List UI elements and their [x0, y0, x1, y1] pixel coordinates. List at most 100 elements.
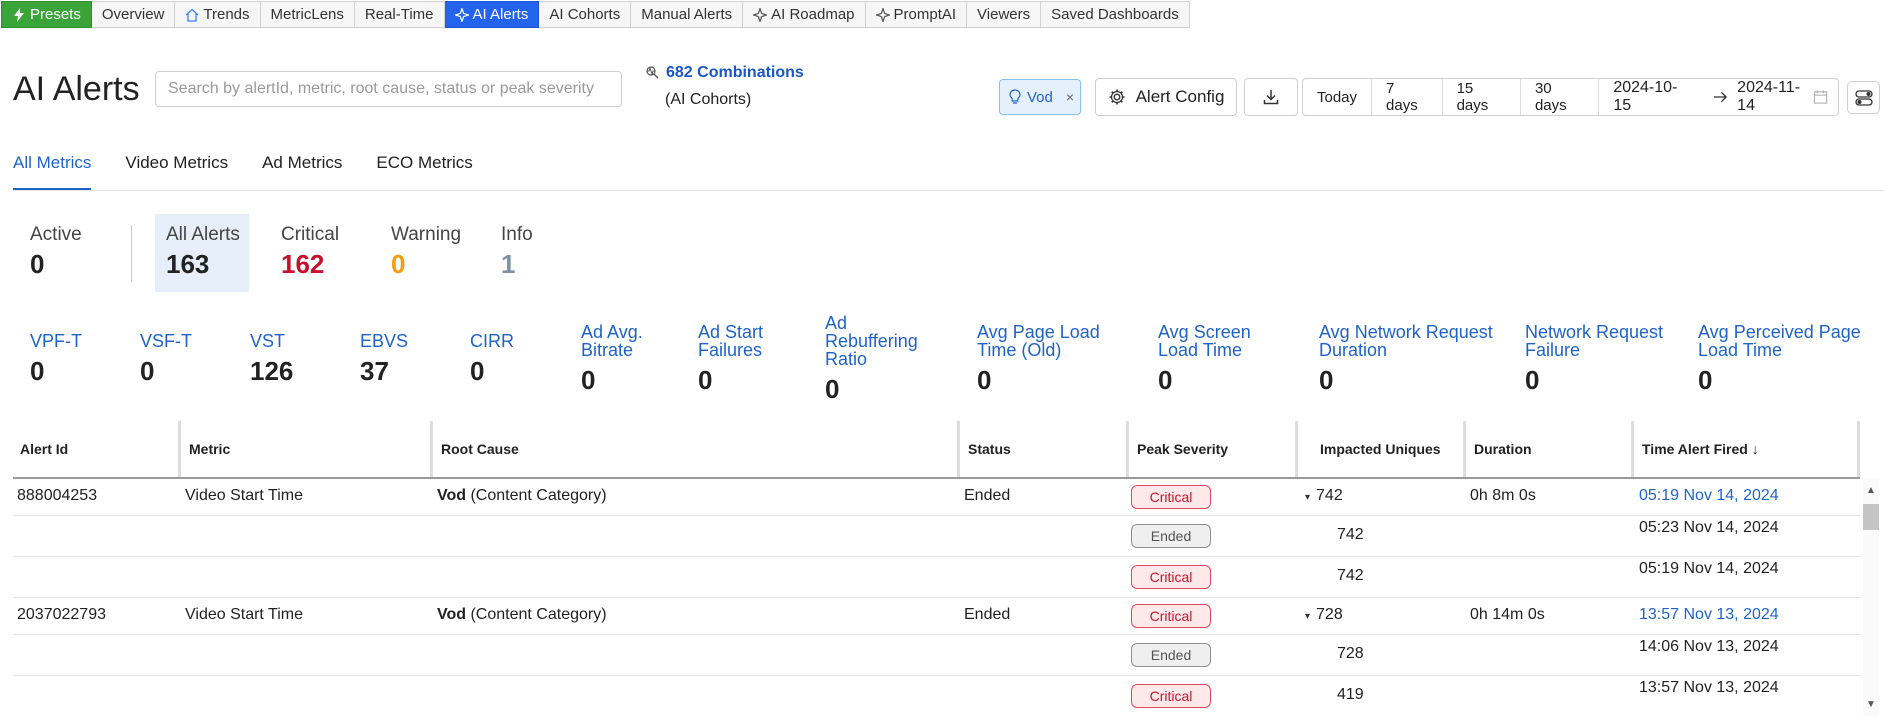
cell-alert-id: 888004253 — [17, 487, 98, 504]
column-resizer[interactable] — [1857, 421, 1860, 477]
metric-value: 0 — [140, 356, 155, 386]
nav-tab-ai-roadmap[interactable]: AI Roadmap — [743, 1, 866, 28]
column-resizer[interactable] — [1463, 421, 1466, 477]
date-preset-30-days[interactable]: 30 days — [1521, 79, 1600, 115]
caret-down-icon[interactable]: ▾ — [1305, 492, 1310, 503]
stat-critical[interactable]: Critical 162 — [281, 224, 339, 280]
scrollbar-thumb[interactable] — [1863, 504, 1879, 530]
filter-chip[interactable]: Vod × — [999, 79, 1081, 115]
cell-impacted-uniques: 742 — [1337, 526, 1364, 543]
calendar-icon[interactable] — [1813, 89, 1828, 105]
stat-info[interactable]: Info 1 — [501, 224, 533, 280]
date-preset-today[interactable]: Today — [1303, 79, 1373, 115]
column-header-time-alert-fired[interactable]: Time Alert Fired ↓ — [1635, 421, 1759, 477]
metric-card[interactable]: EBVS 37 — [360, 332, 408, 387]
scroll-down-icon[interactable]: ▼ — [1863, 698, 1879, 712]
metric-label: CIRR — [470, 331, 514, 351]
date-preset-7-days[interactable]: 7 days — [1372, 79, 1443, 115]
column-header-peak-severity[interactable]: Peak Severity — [1130, 421, 1228, 477]
nav-tab-label: Presets — [30, 6, 81, 23]
metric-card[interactable]: VSF-T 0 — [140, 332, 192, 387]
search-input[interactable] — [155, 71, 622, 107]
close-icon[interactable]: × — [1066, 89, 1074, 105]
stat-warning[interactable]: Warning 0 — [391, 224, 461, 280]
metric-card[interactable]: VPF-T 0 — [30, 332, 82, 387]
column-resizer[interactable] — [957, 421, 960, 477]
column-resizer[interactable] — [1295, 421, 1298, 477]
nav-tab-metriclens[interactable]: MetricLens — [260, 1, 355, 28]
column-header-impacted-uniques[interactable]: Impacted Uniques — [1313, 421, 1441, 477]
metric-card[interactable]: Avg Network Request Duration 0 — [1319, 323, 1499, 396]
nav-tab-promptai[interactable]: PromptAI — [865, 1, 968, 28]
severity-badge: Ended — [1131, 643, 1211, 667]
cell-metric: Video Start Time — [185, 606, 303, 623]
tab-all-metrics[interactable]: All Metrics — [13, 150, 92, 191]
tab-video-metrics[interactable]: Video Metrics — [125, 150, 228, 191]
cell-impacted-uniques[interactable]: ▾ 728 — [1305, 606, 1343, 624]
metric-tabs: All Metrics Video Metrics Ad Metrics ECO… — [13, 150, 507, 191]
stat-all-alerts[interactable]: All Alerts 163 — [155, 214, 249, 292]
metric-card[interactable]: Avg Perceived Page Load Time 0 — [1698, 323, 1873, 396]
alert-config-button[interactable]: Alert Config — [1095, 78, 1237, 116]
column-header-alert-id[interactable]: Alert Id — [13, 421, 68, 477]
cell-time-alert-fired: 05:23 Nov 14, 2024 — [1639, 519, 1779, 536]
stat-label: Active — [30, 224, 82, 245]
date-end[interactable]: 2024-11-14 — [1737, 79, 1813, 115]
stat-value: 0 — [30, 249, 45, 279]
table-row[interactable]: 2037022793 Video Start Time Vod (Content… — [13, 598, 1860, 635]
column-header-status[interactable]: Status — [961, 421, 1011, 477]
column-resizer[interactable] — [178, 421, 181, 477]
metric-value: 0 — [825, 374, 840, 404]
metric-value: 0 — [470, 356, 485, 386]
combinations-block: 682 Combinations (AI Cohorts) — [645, 64, 804, 109]
date-start[interactable]: 2024-10-15 — [1613, 79, 1690, 115]
cell-alert-id: 2037022793 — [17, 606, 106, 623]
nav-tab-overview[interactable]: Overview — [91, 1, 176, 28]
nav-tab-label: Viewers — [977, 6, 1031, 23]
cell-time-alert-fired[interactable]: 05:19 Nov 14, 2024 — [1639, 487, 1779, 505]
metric-card[interactable]: Ad Rebuffering Ratio 0 — [825, 314, 935, 405]
cell-time-alert-fired[interactable]: 13:57 Nov 13, 2024 — [1639, 606, 1779, 624]
nav-tab-ai-alerts[interactable]: AI Alerts — [444, 1, 540, 28]
stat-active[interactable]: Active 0 — [30, 224, 82, 280]
stat-label: All Alerts — [166, 224, 240, 245]
nav-tab-viewers[interactable]: Viewers — [967, 1, 1042, 28]
metric-card[interactable]: CIRR 0 — [470, 332, 514, 387]
column-header-root-cause[interactable]: Root Cause — [434, 421, 519, 477]
cell-impacted-uniques[interactable]: ▾ 742 — [1305, 487, 1343, 505]
column-resizer[interactable] — [1126, 421, 1129, 477]
table-scrollbar[interactable]: ▲ ▼ — [1858, 478, 1884, 716]
metric-card[interactable]: VST 126 — [250, 332, 293, 387]
column-resizer[interactable] — [1631, 421, 1634, 477]
cell-root-cause: Vod (Content Category) — [437, 606, 607, 624]
nav-tab-trends[interactable]: Trends — [175, 1, 261, 28]
stat-label: Info — [501, 224, 533, 245]
nav-tab-saved-dashboards[interactable]: Saved Dashboards — [1041, 1, 1190, 28]
download-button[interactable] — [1244, 78, 1298, 116]
scroll-up-icon[interactable]: ▲ — [1863, 484, 1879, 498]
nav-tab-ai-cohorts[interactable]: AI Cohorts — [539, 1, 632, 28]
nav-tab-real-time[interactable]: Real-Time — [354, 1, 445, 28]
metric-card[interactable]: Network Request Failure 0 — [1525, 323, 1675, 396]
alerts-table: Alert Id Metric Root Cause Status Peak S… — [13, 421, 1860, 716]
view-toggle-button[interactable] — [1847, 81, 1880, 114]
table-subrow: Critical 419 13:57 Nov 13, 2024 — [13, 676, 1860, 716]
table-row[interactable]: 888004253 Video Start Time Vod (Content … — [13, 479, 1860, 516]
tab-eco-metrics[interactable]: ECO Metrics — [376, 150, 472, 191]
metric-label: Avg Network Request Duration — [1319, 322, 1493, 360]
column-header-duration[interactable]: Duration — [1467, 421, 1532, 477]
metric-card[interactable]: Avg Page Load Time (Old) 0 — [977, 323, 1107, 396]
metric-card[interactable]: Ad Start Failures 0 — [698, 323, 778, 396]
caret-down-icon[interactable]: ▾ — [1305, 611, 1310, 622]
column-resizer[interactable] — [430, 421, 433, 477]
nav-tab-manual-alerts[interactable]: Manual Alerts — [631, 1, 744, 28]
metric-card[interactable]: Avg Screen Load Time 0 — [1158, 323, 1268, 396]
metric-card[interactable]: Ad Avg. Bitrate 0 — [581, 323, 661, 396]
combinations-link[interactable]: 682 Combinations — [645, 64, 804, 82]
column-header-metric[interactable]: Metric — [182, 421, 230, 477]
nav-tab-presets[interactable]: Presets — [1, 1, 92, 28]
page-title: AI Alerts — [13, 70, 140, 108]
date-preset-15-days[interactable]: 15 days — [1443, 79, 1521, 115]
metric-label: Avg Screen Load Time — [1158, 322, 1251, 360]
tab-ad-metrics[interactable]: Ad Metrics — [262, 150, 342, 191]
